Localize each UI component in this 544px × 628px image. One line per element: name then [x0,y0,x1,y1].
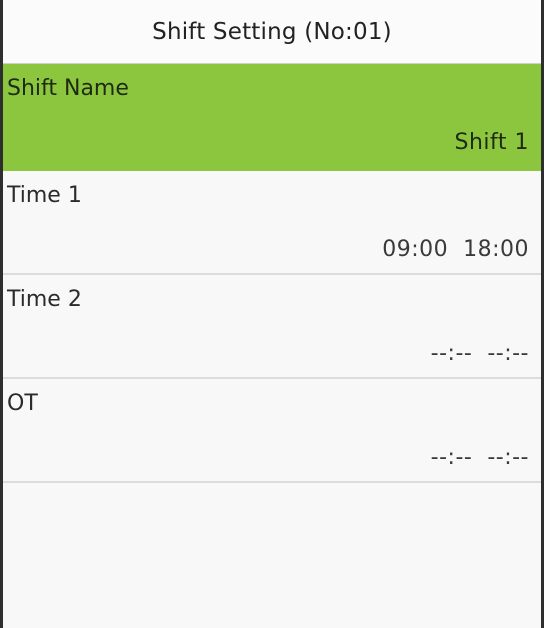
list-item-time-1[interactable]: Time 1 09:00 18:00 [3,171,541,275]
list-item-value: 09:00 18:00 [382,237,529,262]
list-item-time-2[interactable]: Time 2 --:-- --:-- [3,275,541,379]
list-item-value: --:-- --:-- [430,341,529,366]
device-screen: Shift Setting (No:01) Shift Name Shift 1… [0,0,544,628]
list-item-label: OT [7,391,38,416]
list-item-label: Shift Name [7,76,129,101]
settings-list: Shift Name Shift 1 Time 1 09:00 18:00 Ti… [3,64,541,483]
list-item-ot[interactable]: OT --:-- --:-- [3,379,541,483]
list-item-value: Shift 1 [454,130,529,155]
list-item-value: --:-- --:-- [430,445,529,470]
empty-list-area [3,490,541,628]
list-item-label: Time 1 [7,183,82,208]
page-title: Shift Setting (No:01) [152,18,392,45]
list-item-label: Time 2 [7,287,82,312]
list-item-shift-name[interactable]: Shift Name Shift 1 [3,64,541,171]
title-bar: Shift Setting (No:01) [3,0,541,64]
